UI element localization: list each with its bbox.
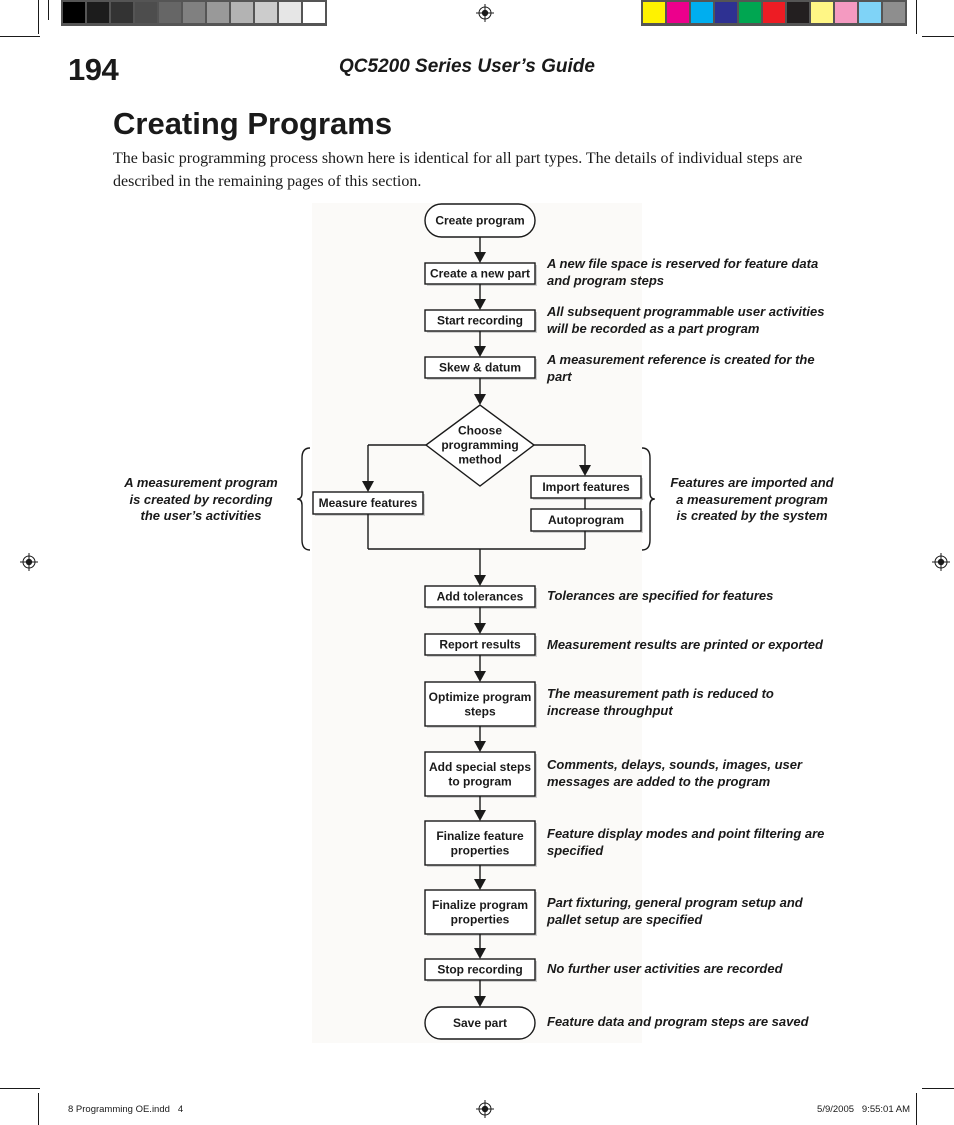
description-line: Feature data and program steps are saved: [547, 1014, 809, 1029]
description-line: pallet setup are specified: [547, 911, 703, 927]
node-label: properties: [451, 843, 510, 857]
arrow-head-icon: [474, 346, 486, 357]
programming-flowchart: Create program Create a new part Start rec…: [297, 203, 655, 1040]
step-description: A measurement program is created by recor…: [116, 475, 286, 525]
description-line: Comments, delays, sounds, images, user: [547, 757, 803, 772]
node-label: Optimize program: [429, 690, 532, 704]
node-label: Choose: [458, 424, 502, 438]
file-slug: 8 Programming OE.indd 4: [68, 1104, 184, 1115]
step-description: Feature display modes and point filterin…: [547, 826, 857, 859]
step-description: Feature data and program steps are saved: [547, 1014, 857, 1031]
node-label: programming: [441, 438, 518, 452]
node-label: properties: [451, 912, 510, 926]
step-description: Comments, delays, sounds, images, user me…: [547, 757, 857, 790]
description-line: Part fixturing, general program setup an…: [547, 895, 803, 910]
description-line: No further user activities are recorded: [547, 961, 783, 976]
description-line: All subsequent programmable user activit…: [547, 304, 825, 319]
arrow-head-icon: [362, 481, 374, 492]
description-line: messages are added to the program: [547, 773, 771, 789]
arrow-head-icon: [474, 948, 486, 959]
arrow-head-icon: [474, 671, 486, 682]
node-label: Finalize feature: [436, 829, 524, 843]
brace-icon: [641, 447, 655, 551]
node-label: Report results: [439, 638, 521, 652]
arrow-head-icon: [474, 299, 486, 310]
node-label: Skew & datum: [439, 361, 521, 375]
node-label: Create program: [435, 214, 524, 228]
step-description: Part fixturing, general program setup an…: [547, 895, 857, 928]
arrow-head-icon: [474, 252, 486, 263]
description-line: A measurement reference is created for t…: [547, 352, 815, 367]
node-label: Import features: [542, 480, 630, 494]
node-label: to program: [448, 774, 511, 788]
step-description: Tolerances are specified for features: [547, 588, 857, 605]
description-line: specified: [547, 842, 604, 858]
brace-icon: [297, 447, 311, 551]
node-label: Add special steps: [429, 760, 531, 774]
arrow-head-icon: [474, 879, 486, 890]
description-line: Feature display modes and point filterin…: [547, 826, 825, 841]
description-line: Features are imported and: [670, 475, 834, 490]
node-label: Measure features: [319, 496, 418, 510]
node-label: Autoprogram: [548, 513, 624, 527]
description-line: Tolerances are specified for features: [547, 588, 774, 603]
arrow-head-icon: [579, 465, 591, 476]
arrow-head-icon: [474, 810, 486, 821]
node-label: Save part: [453, 1016, 507, 1030]
step-description: No further user activities are recorded: [547, 961, 857, 978]
step-description: The measurement path is reduced to increa…: [547, 686, 857, 719]
node-label: steps: [464, 704, 496, 718]
node-label: Stop recording: [437, 963, 522, 977]
step-description: A measurement reference is created for t…: [547, 352, 847, 385]
node-label: Finalize program: [432, 898, 528, 912]
arrow-head-icon: [474, 394, 486, 405]
node-label: Add tolerances: [437, 590, 524, 604]
description-line: part: [547, 368, 572, 384]
node-label: method: [458, 453, 501, 467]
step-description: Measurement results are printed or expor…: [547, 637, 857, 654]
arrow-head-icon: [474, 996, 486, 1007]
description-line: the user’s activities: [140, 508, 262, 523]
timestamp-slug: 5/9/2005 9:55:01 AM: [817, 1104, 910, 1115]
node-label: Start recording: [437, 314, 523, 328]
arrow-head-icon: [474, 623, 486, 634]
step-description: A new file space is reserved for feature…: [547, 256, 847, 289]
node-label: Create a new part: [430, 267, 530, 281]
description-line: is created by the system: [676, 508, 828, 523]
description-line: will be recorded as a part program: [547, 320, 760, 336]
description-line: a measurement program: [676, 491, 828, 507]
description-line: Measurement results are printed or expor…: [547, 637, 823, 652]
step-description: Features are imported and a measurement p…: [662, 475, 842, 525]
description-line: A new file space is reserved for feature…: [547, 256, 819, 271]
description-line: increase throughput: [547, 702, 673, 718]
description-line: The measurement path is reduced to: [547, 686, 774, 701]
description-line: A measurement program: [124, 475, 278, 490]
arrow-head-icon: [474, 741, 486, 752]
description-line: is created by recording: [129, 491, 273, 507]
description-line: and program steps: [547, 272, 665, 288]
step-description: All subsequent programmable user activit…: [547, 304, 847, 337]
arrow-head-icon: [474, 575, 486, 586]
